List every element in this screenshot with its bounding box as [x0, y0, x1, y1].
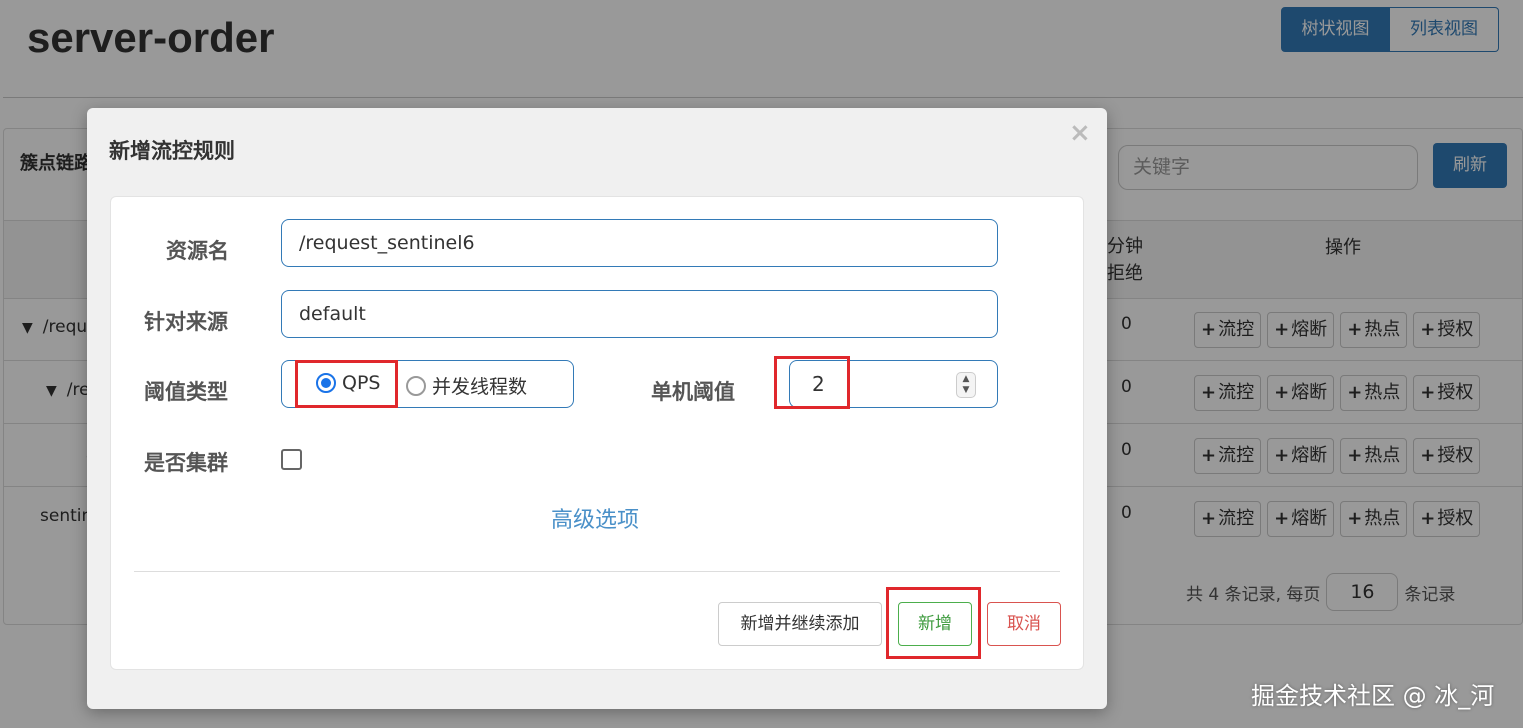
- close-icon[interactable]: ×: [1069, 118, 1091, 148]
- threshold-type-radio-group: QPS 并发线程数: [281, 360, 574, 408]
- cluster-checkbox[interactable]: [281, 449, 302, 470]
- add-and-continue-button[interactable]: 新增并继续添加: [718, 602, 882, 646]
- spinner-arrows-icon[interactable]: ▲ ▼: [956, 372, 976, 398]
- watermark: 掘金技术社区 @ 冰_河: [1251, 682, 1495, 710]
- qps-radio[interactable]: QPS: [316, 372, 380, 394]
- threshold-value-spinner[interactable]: 2 ▲ ▼: [789, 360, 998, 408]
- threshold-type-label: 阈值类型: [144, 380, 228, 404]
- resource-name-label: 资源名: [166, 239, 229, 263]
- qps-radio-label: QPS: [342, 372, 381, 394]
- origin-input[interactable]: default: [281, 290, 998, 338]
- radio-checked-icon: [316, 373, 336, 393]
- advanced-options-link[interactable]: 高级选项: [551, 502, 639, 534]
- footer-divider: [134, 571, 1060, 572]
- threshold-value: 2: [812, 372, 825, 396]
- cancel-button[interactable]: 取消: [987, 602, 1061, 646]
- modal-title: 新增流控规则: [109, 139, 235, 163]
- origin-label: 针对来源: [144, 310, 228, 334]
- cluster-label: 是否集群: [144, 451, 228, 475]
- modal-body: 资源名 /request_sentinel6 针对来源 default 阈值类型…: [110, 196, 1084, 670]
- radio-unchecked-icon: [406, 375, 426, 396]
- thread-count-radio[interactable]: 并发线程数: [406, 372, 527, 399]
- resource-name-input[interactable]: /request_sentinel6: [281, 219, 998, 267]
- add-button[interactable]: 新增: [898, 602, 972, 646]
- threshold-value-label: 单机阈值: [651, 380, 735, 404]
- thread-count-radio-label: 并发线程数: [432, 376, 528, 398]
- add-flow-rule-dialog: 新增流控规则 × 资源名 /request_sentinel6 针对来源 def…: [87, 108, 1107, 709]
